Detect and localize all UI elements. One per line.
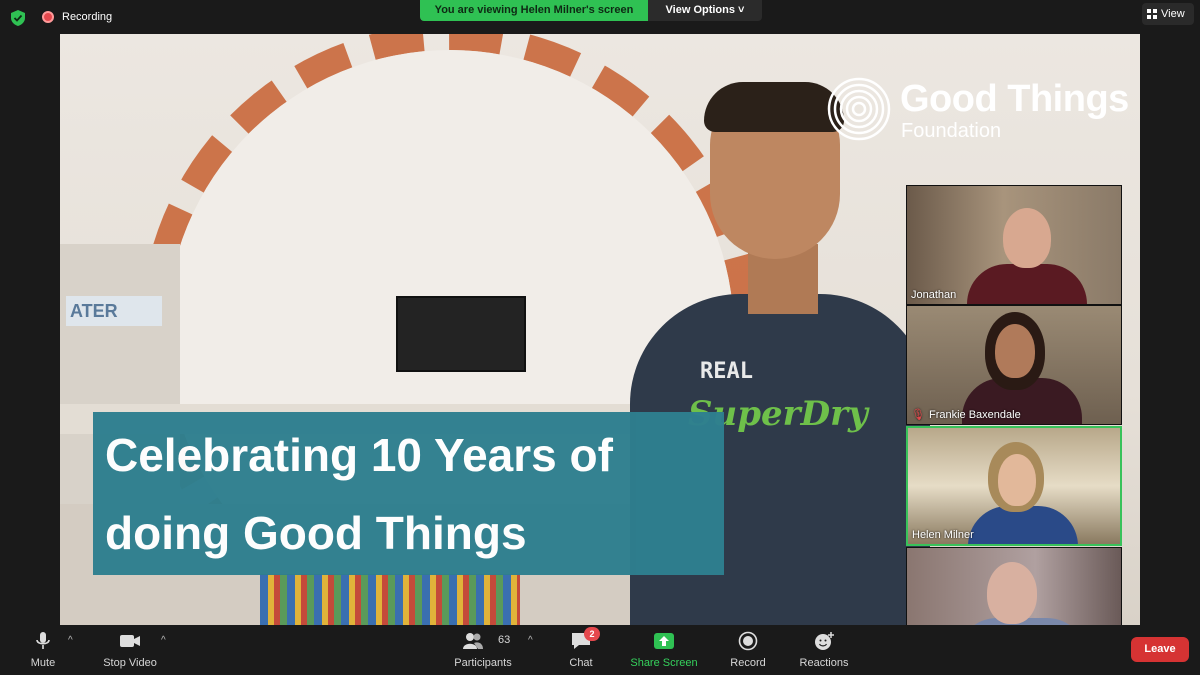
share-screen-label: Share Screen <box>630 657 698 669</box>
chat-unread-badge: 2 <box>584 627 600 641</box>
shelf-sign: ATER <box>66 296 162 326</box>
smiley-add-icon <box>815 632 834 650</box>
top-bar: Recording You are viewing Helen Milner's… <box>0 0 1200 34</box>
participant-tile-helen-active-speaker[interactable]: Helen Milner <box>906 426 1122 546</box>
meeting-toolbar: Mute ^ Stop Video ^ Participants 63 ^ Ch… <box>0 625 1200 675</box>
shirt-text-top: REAL <box>700 359 753 384</box>
microphone-icon <box>36 632 50 649</box>
wall-tv <box>396 296 526 372</box>
participant-gallery: Jonathan 🎙 Frankie Baxendale Helen Milner… <box>906 185 1122 669</box>
record-icon <box>738 631 758 651</box>
share-screen-button[interactable]: Share Screen <box>626 625 702 675</box>
participant-body <box>967 264 1087 304</box>
zoom-window: Recording You are viewing Helen Milner's… <box>0 0 1200 675</box>
video-options-caret[interactable]: ^ <box>161 635 166 646</box>
grid-view-icon <box>1147 9 1157 19</box>
participant-face <box>1003 208 1051 268</box>
participant-tile-frankie[interactable]: 🎙 Frankie Baxendale <box>906 305 1122 425</box>
slide-caption-box: Celebrating 10 Years of doing Good Thing… <box>93 412 724 575</box>
stop-video-label: Stop Video <box>103 657 157 669</box>
participant-name: Frankie Baxendale <box>928 409 1021 421</box>
security-shield-icon[interactable] <box>9 9 27 27</box>
record-label: Record <box>730 657 766 669</box>
share-screen-icon <box>654 633 674 649</box>
view-label: View <box>1161 8 1185 20</box>
reactions-label: Reactions <box>799 657 849 669</box>
fingerprint-icon <box>827 77 891 141</box>
participants-label: Participants <box>454 657 512 669</box>
participants-count: 63 <box>498 634 511 646</box>
view-button[interactable]: View <box>1142 3 1194 25</box>
viewing-screen-banner: You are viewing Helen Milner's screen <box>420 0 648 21</box>
participant-tile-jonathan[interactable]: Jonathan <box>906 185 1122 305</box>
participant-face <box>995 324 1035 378</box>
participant-name: Helen Milner <box>912 529 974 541</box>
mute-label: Mute <box>30 657 56 669</box>
stop-video-button[interactable]: Stop Video <box>98 625 162 675</box>
leave-button[interactable]: Leave <box>1131 637 1189 662</box>
participant-name-row: 🎙 Frankie Baxendale <box>911 408 1021 421</box>
participants-options-caret[interactable]: ^ <box>528 635 533 646</box>
view-options-button[interactable]: View Options ˅ <box>648 0 762 21</box>
participant-face <box>998 454 1036 506</box>
book-row <box>260 574 520 625</box>
logo-title: Good Things <box>900 78 1129 120</box>
record-button[interactable]: Record <box>724 625 772 675</box>
recording-label: Recording <box>62 11 113 23</box>
good-things-logo: Good Things Foundation <box>826 74 1129 154</box>
recording-icon <box>42 11 54 23</box>
participant-name: Jonathan <box>911 289 957 301</box>
caption-line-1: Celebrating 10 Years of <box>105 429 613 481</box>
caption-line-2: doing Good Things <box>105 507 527 559</box>
reactions-button[interactable]: Reactions <box>794 625 854 675</box>
hair <box>704 82 844 132</box>
video-camera-icon <box>120 635 140 647</box>
participants-button[interactable]: Participants <box>448 625 518 675</box>
participant-face <box>987 562 1037 624</box>
muted-mic-icon: 🎙 <box>911 409 925 421</box>
audio-options-caret[interactable]: ^ <box>68 635 73 646</box>
chat-label: Chat <box>569 657 593 669</box>
logo-subtitle: Foundation <box>901 120 1002 142</box>
mute-button[interactable]: Mute <box>20 625 66 675</box>
participants-icon <box>463 633 484 649</box>
